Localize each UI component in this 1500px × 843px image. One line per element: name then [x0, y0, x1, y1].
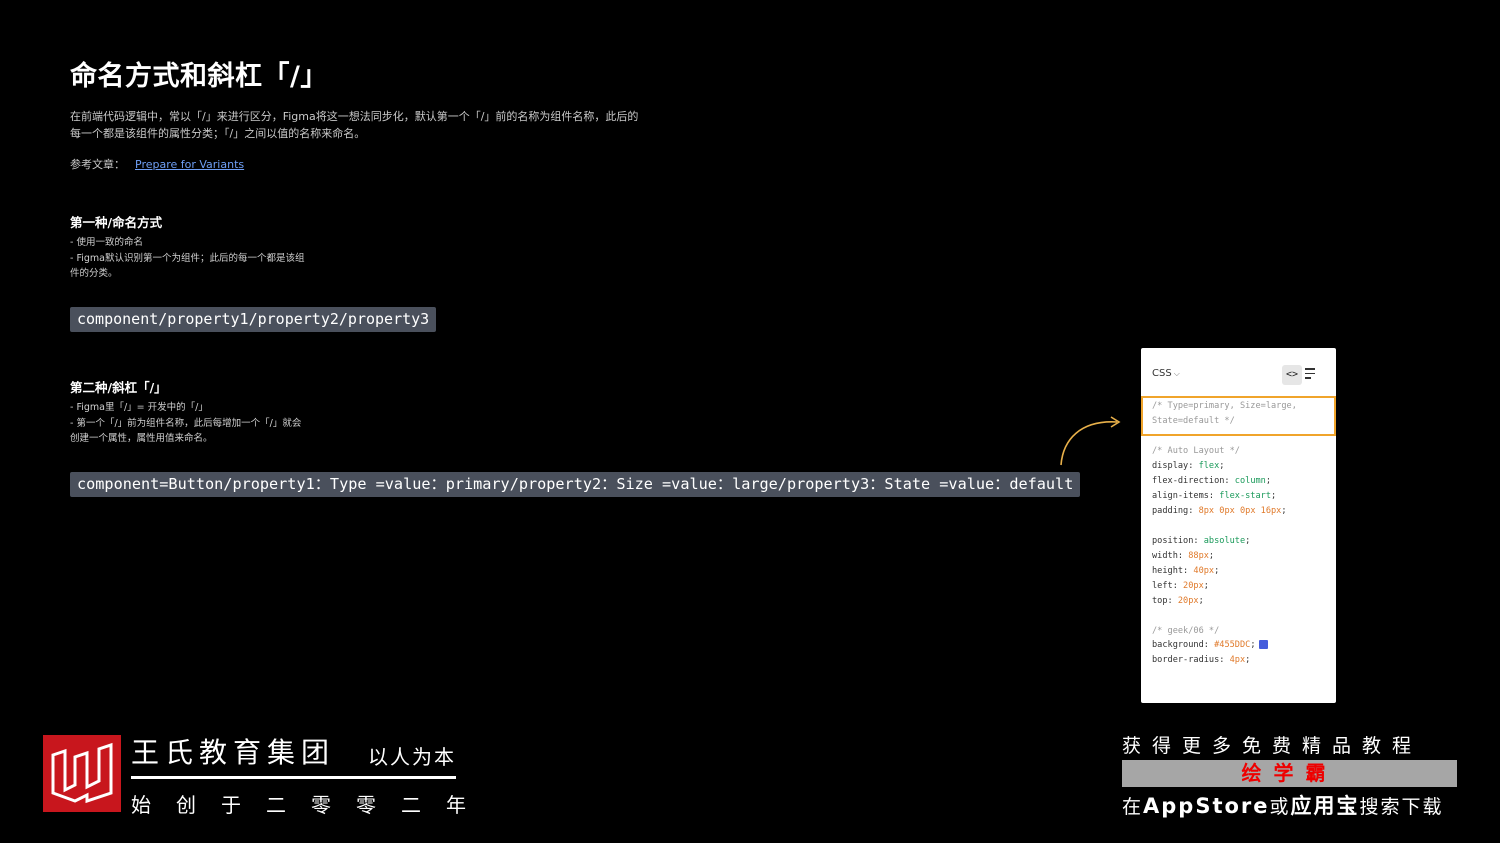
reference-label: 参考文章：: [70, 158, 125, 171]
css-value: flex-start: [1219, 491, 1272, 501]
highlight-line2: State=default */: [1152, 416, 1235, 426]
section1-line1: - 使用一致的命名: [70, 237, 143, 248]
css-prop: height:: [1152, 566, 1194, 576]
css-value: 20px: [1177, 596, 1199, 606]
description: 在前端代码逻辑中，常以「/」来进行区分，Figma将这一想法同步化，默认第一个「…: [70, 110, 639, 140]
promo-appstore: AppStore: [1143, 794, 1270, 818]
reference-link[interactable]: Prepare for Variants: [135, 158, 244, 171]
css-semicolon: ;: [1214, 566, 1220, 576]
brand-since: 始创于二零零二年: [131, 793, 491, 817]
promo-line3: 在AppStore或应用宝搜索下载: [1122, 790, 1444, 820]
promo-line3-a: 在: [1122, 796, 1144, 818]
css-value: column: [1234, 476, 1266, 486]
section1-code: component/property1/property2/property3: [70, 307, 437, 332]
section2-code: component=Button/property1：Type =value：p…: [70, 472, 1081, 497]
section2-line1: - Figma里「/」= 开发中的「/」: [70, 402, 208, 413]
css-property-line: border-radius: 4px;: [1152, 655, 1250, 665]
page-title: 命名方式和斜杠「/」: [70, 61, 328, 92]
section2-line2: - 第一个「/」前为组件名称，此后每增加一个「/」就会创建一个属性，属性用值来命…: [70, 417, 302, 445]
css-prop: background:: [1152, 640, 1215, 650]
css-semicolon: ;: [1265, 476, 1272, 486]
css-property-line: align-items: flex-start;: [1152, 491, 1276, 501]
css-prop: width:: [1152, 551, 1189, 561]
css-property-line: width: 88px;: [1152, 551, 1214, 561]
css-semicolon: ;: [1219, 461, 1225, 471]
css-semicolon: ;: [1198, 596, 1204, 606]
css-prop: position:: [1152, 536, 1204, 546]
code-view-button[interactable]: <>: [1282, 365, 1302, 385]
css-prop: border-radius:: [1152, 655, 1230, 665]
css-prop: top:: [1152, 596, 1178, 606]
promo-app-name: 绘学霸: [1122, 760, 1457, 787]
reference: 参考文章： Prepare for Variants: [70, 156, 244, 172]
css-inspector-panel: CSS ⌵ <> /* Type=primary, Size=large, Sta…: [1141, 348, 1336, 703]
arrow-icon: [1060, 416, 1121, 466]
css-prop: padding:: [1152, 506, 1199, 516]
css-property-line: display: flex;: [1152, 461, 1224, 471]
brand-name: 王氏教育集团: [131, 736, 336, 769]
section1-notes: - 使用一致的命名 - Figma默认识别第一个为组件；此后的每一个都是该组件的…: [70, 235, 310, 282]
css-property-line: position: absolute;: [1152, 536, 1250, 546]
promo-line1: 获得更多免费精品教程: [1122, 735, 1423, 757]
section2-heading: 第二种/斜杠「/」: [70, 380, 167, 395]
highlight-line1: /* Type=primary, Size=large,: [1152, 401, 1297, 411]
promo-yingyongbao: 应用宝: [1290, 794, 1360, 818]
css-value: #455DDC: [1214, 640, 1251, 650]
section1-line2: - Figma默认识别第一个为组件；此后的每一个都是该组件的分类。: [70, 252, 305, 280]
css-property-line: height: 40px;: [1152, 566, 1219, 576]
css-value: 88px: [1188, 551, 1209, 561]
css-semicolon: ;: [1281, 506, 1287, 516]
css-prop: left:: [1152, 581, 1184, 591]
css-value: absolute: [1203, 536, 1246, 546]
css-prop: align-items:: [1152, 491, 1220, 501]
css-semicolon: ;: [1208, 551, 1215, 561]
css-value: 40px: [1193, 566, 1215, 576]
css-property-line: top: 20px;: [1152, 596, 1204, 606]
css-prop: flex-direction:: [1152, 476, 1235, 486]
css-semicolon: ;: [1245, 536, 1251, 546]
css-prop: display:: [1152, 461, 1199, 471]
css-value: 20px: [1183, 581, 1204, 591]
divider: [131, 776, 456, 779]
color-swatch-icon[interactable]: [1258, 640, 1268, 649]
css-semicolon: ;: [1250, 640, 1256, 650]
brand-slogan: 以人为本: [368, 745, 456, 769]
wangshi-logo: [43, 735, 121, 812]
css-value: 8px 0px 0px 16px: [1198, 506, 1282, 516]
css-comment-line: /* Auto Layout */: [1152, 446, 1240, 456]
css-property-line: left: 20px;: [1152, 581, 1209, 591]
css-comment-line: /* geek/06 */: [1152, 626, 1220, 636]
promo-line3-c: 或: [1269, 796, 1291, 818]
chevron-down-icon: ⌵: [1173, 369, 1180, 378]
css-property-line: background: #455DDC;: [1152, 640, 1268, 650]
promo-line3-e: 搜索下载: [1359, 796, 1444, 818]
list-view-icon[interactable]: [1305, 365, 1321, 385]
w-logo-icon: [51, 742, 113, 804]
css-semicolon: ;: [1245, 655, 1251, 665]
css-semicolon: ;: [1203, 581, 1209, 591]
css-semicolon: ;: [1271, 491, 1277, 501]
css-dropdown-label: CSS: [1152, 368, 1172, 379]
css-value: 4px: [1229, 655, 1246, 665]
css-dropdown[interactable]: CSS ⌵: [1152, 368, 1180, 379]
section2-notes: - Figma里「/」= 开发中的「/」 - 第一个「/」前为组件名称，此后每增…: [70, 400, 310, 447]
css-property-line: flex-direction: column;: [1152, 476, 1271, 486]
highlighted-comment: /* Type=primary, Size=large, State=defau…: [1141, 396, 1336, 436]
css-property-line: padding: 8px 0px 0px 16px;: [1152, 506, 1287, 516]
css-value: flex: [1198, 461, 1220, 471]
section1-heading: 第一种/命名方式: [70, 215, 163, 230]
